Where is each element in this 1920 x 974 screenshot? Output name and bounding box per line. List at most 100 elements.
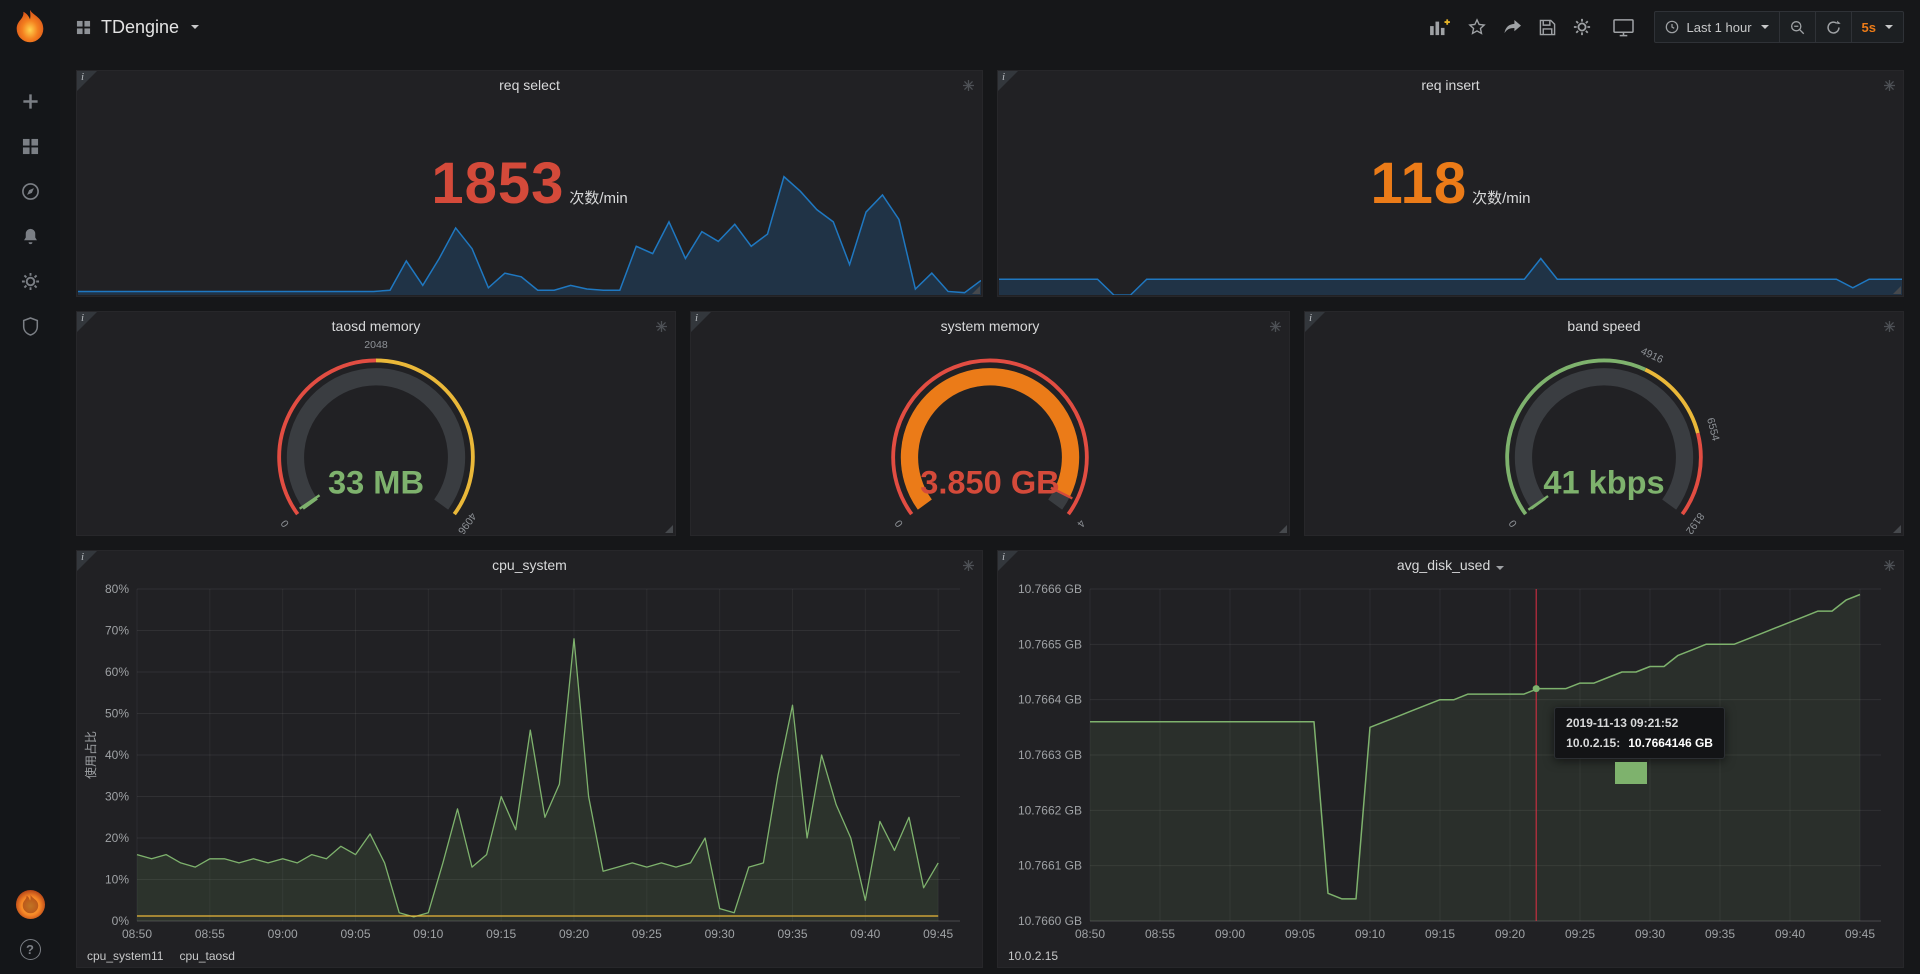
svg-text:08:55: 08:55 bbox=[195, 927, 225, 941]
svg-text:09:45: 09:45 bbox=[1845, 927, 1875, 941]
line-chart[interactable]: 10.7660 GB10.7661 GB10.7662 GB10.7663 GB… bbox=[1002, 579, 1895, 943]
refresh-interval-picker[interactable]: 5s bbox=[1851, 12, 1903, 42]
shield-icon bbox=[22, 317, 39, 341]
svg-text:40%: 40% bbox=[105, 748, 129, 762]
sidebar-item-create[interactable] bbox=[7, 81, 53, 126]
svg-text:2048: 2048 bbox=[364, 339, 388, 351]
caret-down-icon bbox=[191, 25, 199, 29]
svg-text:0: 0 bbox=[1507, 517, 1520, 529]
sidebar: ? bbox=[0, 0, 60, 974]
panel-info-icon[interactable]: i bbox=[77, 312, 97, 332]
svg-text:09:05: 09:05 bbox=[1285, 927, 1315, 941]
panel-title[interactable]: system memory bbox=[691, 312, 1289, 340]
svg-text:0: 0 bbox=[893, 517, 906, 529]
svg-text:70%: 70% bbox=[105, 624, 129, 638]
svg-text:09:20: 09:20 bbox=[1495, 927, 1525, 941]
svg-text:0: 0 bbox=[279, 517, 292, 529]
time-range-label: Last 1 hour bbox=[1686, 20, 1751, 35]
legend-series-label: cpu_system11 bbox=[87, 949, 163, 963]
share-button[interactable] bbox=[1503, 19, 1522, 36]
legend-item[interactable]: cpu_taosd bbox=[179, 949, 234, 963]
panel-title[interactable]: band speed bbox=[1305, 312, 1903, 340]
panel-info-icon[interactable]: i bbox=[77, 551, 97, 571]
singlestat-value: 118 bbox=[1371, 150, 1468, 217]
singlestat-unit: 次数/min bbox=[569, 187, 627, 208]
zoom-out-button[interactable] bbox=[1779, 12, 1815, 42]
panel-title[interactable]: avg_disk_used bbox=[998, 551, 1903, 579]
gear-icon bbox=[21, 272, 40, 296]
add-panel-button[interactable] bbox=[1429, 18, 1451, 36]
svg-text:50%: 50% bbox=[105, 707, 129, 721]
svg-text:10%: 10% bbox=[105, 873, 129, 887]
panel-cpu-system: i cpu_system 0%10%20%30%40%50%60%70%80%0… bbox=[76, 550, 983, 968]
tooltip-series-label: 10.0.2.15: bbox=[1566, 736, 1620, 750]
svg-text:60%: 60% bbox=[105, 665, 129, 679]
svg-text:0%: 0% bbox=[112, 914, 130, 928]
panel-title[interactable]: req select bbox=[77, 71, 982, 99]
line-chart[interactable]: 0%10%20%30%40%50%60%70%80%08:5008:5509:0… bbox=[81, 579, 974, 943]
panel-info-icon[interactable]: i bbox=[1305, 312, 1325, 332]
sidebar-item-configuration[interactable] bbox=[7, 261, 53, 306]
svg-text:09:25: 09:25 bbox=[632, 927, 662, 941]
panel-spinner-icon bbox=[1884, 78, 1895, 96]
gauge-body: 02048409633 MB bbox=[77, 340, 675, 535]
gauge-chart: 02048409633 MB bbox=[213, 344, 539, 536]
panel-title[interactable]: cpu_system bbox=[77, 551, 982, 579]
singlestat-body: 1853 次数/min bbox=[77, 99, 982, 296]
legend-item[interactable]: cpu_system11 bbox=[87, 949, 163, 963]
svg-text:09:10: 09:10 bbox=[1355, 927, 1385, 941]
explore-compass-icon bbox=[21, 182, 40, 206]
apps-grid-icon bbox=[76, 20, 91, 35]
panel-info-icon[interactable]: i bbox=[691, 312, 711, 332]
panel-avg-disk-used: i avg_disk_used 10.7660 GB10.7661 GB10.7… bbox=[997, 550, 1904, 968]
svg-text:09:30: 09:30 bbox=[705, 927, 735, 941]
save-button[interactable] bbox=[1539, 19, 1556, 36]
svg-text:09:00: 09:00 bbox=[1215, 927, 1245, 941]
legend-item[interactable]: 10.0.2.15 bbox=[1008, 949, 1058, 963]
tooltip-series-color bbox=[1615, 762, 1647, 784]
graph-body: 10.7660 GB10.7661 GB10.7662 GB10.7663 GB… bbox=[1002, 579, 1895, 943]
sidebar-item-explore[interactable] bbox=[7, 171, 53, 216]
dashboard-grid: i req select 1853 次数/min i req insert bbox=[60, 54, 1920, 974]
dashboard-title-button[interactable]: TDengine bbox=[76, 17, 199, 38]
panel-resize-handle[interactable] bbox=[972, 286, 980, 294]
panel-title[interactable]: taosd memory bbox=[77, 312, 675, 340]
user-avatar[interactable] bbox=[15, 889, 46, 925]
settings-gear-button[interactable] bbox=[1573, 18, 1591, 36]
sidebar-item-alerting[interactable] bbox=[7, 216, 53, 261]
graph-legend: cpu_system11 cpu_taosd bbox=[87, 949, 235, 963]
tooltip-time: 2019-11-13 09:21:52 bbox=[1566, 716, 1713, 730]
refresh-button[interactable] bbox=[1815, 12, 1851, 42]
search-minus-icon bbox=[1790, 20, 1805, 35]
svg-text:41 kbps: 41 kbps bbox=[1543, 464, 1664, 501]
panel-info-icon[interactable]: i bbox=[998, 551, 1018, 571]
refresh-interval-label: 5s bbox=[1862, 20, 1876, 35]
panel-title[interactable]: req insert bbox=[998, 71, 1903, 99]
panel-spinner-icon bbox=[963, 78, 974, 96]
star-button[interactable] bbox=[1468, 18, 1486, 36]
gauge-body: 049166554819241 kbps bbox=[1305, 340, 1903, 535]
svg-text:10.7661 GB: 10.7661 GB bbox=[1018, 859, 1082, 873]
panel-resize-handle[interactable] bbox=[1893, 525, 1901, 533]
cycle-view-monitor-button[interactable] bbox=[1613, 18, 1634, 37]
panel-spinner-icon bbox=[1270, 319, 1281, 337]
time-range-picker[interactable]: Last 1 hour bbox=[1655, 12, 1778, 42]
grafana-logo[interactable] bbox=[11, 8, 49, 51]
svg-text:09:30: 09:30 bbox=[1635, 927, 1665, 941]
singlestat-body: 118 次数/min bbox=[998, 99, 1903, 296]
panel-info-icon[interactable]: i bbox=[998, 71, 1018, 91]
svg-text:4916: 4916 bbox=[1639, 345, 1665, 366]
help-icon[interactable]: ? bbox=[20, 939, 41, 960]
svg-text:09:00: 09:00 bbox=[268, 927, 298, 941]
sidebar-item-dashboards[interactable] bbox=[7, 126, 53, 171]
sidebar-item-server-admin[interactable] bbox=[7, 306, 53, 351]
panel-spinner-icon bbox=[963, 558, 974, 576]
panel-resize-handle[interactable] bbox=[665, 525, 673, 533]
svg-text:10.7664 GB: 10.7664 GB bbox=[1018, 693, 1082, 707]
graph-body: 0%10%20%30%40%50%60%70%80%08:5008:5509:0… bbox=[81, 579, 974, 943]
svg-text:20%: 20% bbox=[105, 831, 129, 845]
svg-text:09:40: 09:40 bbox=[850, 927, 880, 941]
panel-resize-handle[interactable] bbox=[1893, 286, 1901, 294]
panel-info-icon[interactable]: i bbox=[77, 71, 97, 91]
panel-resize-handle[interactable] bbox=[1279, 525, 1287, 533]
